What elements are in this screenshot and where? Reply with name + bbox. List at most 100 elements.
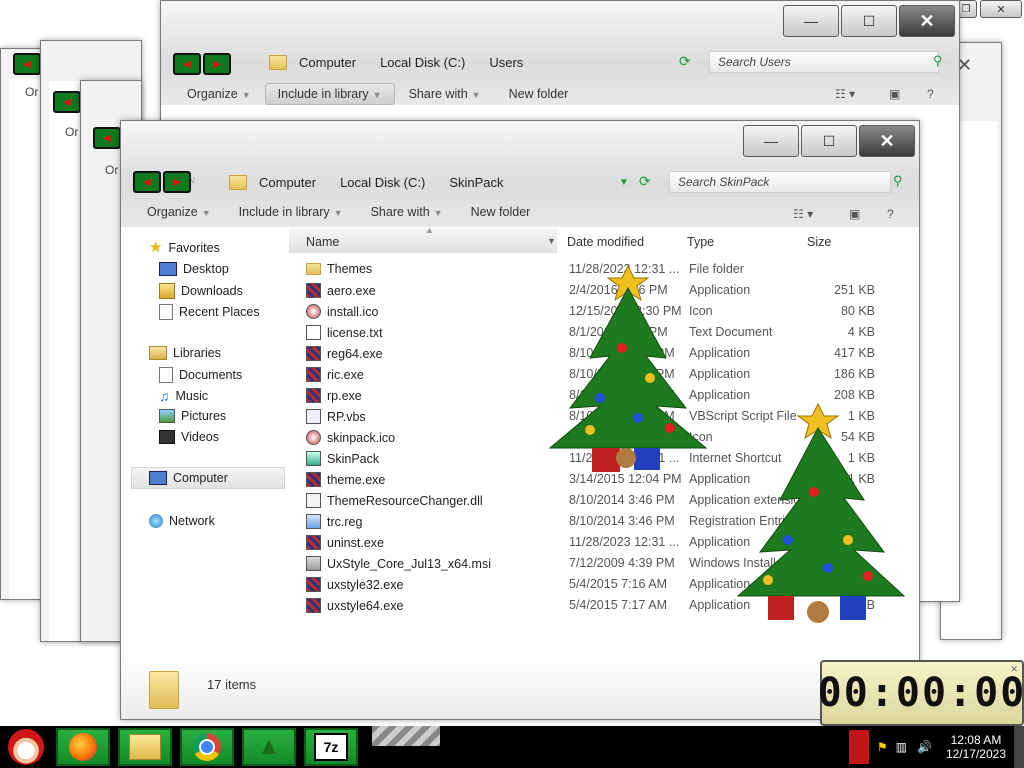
back-arrow-icon[interactable]: ◀ — [93, 127, 121, 149]
column-dropdown-icon[interactable]: ▼ — [547, 236, 556, 246]
forward-arrow-icon[interactable]: ▶ — [163, 171, 191, 193]
nav-videos[interactable]: Videos — [159, 430, 219, 444]
address-bar[interactable]: Computer Local Disk (C:) SkinPack — [229, 171, 516, 193]
file-row[interactable]: reg64.exe 8/10/2014 3:46 PM Application 417… — [306, 343, 896, 364]
nav-downloads[interactable]: Downloads — [159, 283, 243, 299]
share-with-menu[interactable]: Share with ▼ — [395, 87, 495, 101]
organize-partial[interactable]: Or — [105, 163, 118, 177]
column-header-size[interactable]: Size — [807, 235, 831, 249]
network-tray-icon[interactable]: ▥ — [896, 740, 907, 754]
nav-documents[interactable]: Documents — [159, 367, 242, 383]
file-row[interactable]: trc.reg 8/10/2014 3:46 PM Registration Ent… — [306, 511, 896, 532]
address-dropdown-icon[interactable]: ▼ — [619, 177, 629, 188]
file-row[interactable]: ThemeResourceChanger.dll 8/10/2014 3:46 P… — [306, 490, 896, 511]
nav-music[interactable]: ♫ Music — [159, 388, 208, 404]
file-row[interactable]: skinpack.ico 8/10/2014 3:46 PM Icon 54 KB — [306, 427, 896, 448]
organize-partial[interactable]: Or — [65, 125, 78, 139]
taskbar-christmas-tree[interactable]: ▲ — [242, 728, 296, 766]
new-folder-button[interactable]: New folder — [495, 87, 583, 101]
file-row[interactable]: uxstyle64.exe 5/4/2015 7:17 AM Application… — [306, 595, 896, 616]
breadcrumb-computer[interactable]: Computer — [247, 175, 328, 190]
new-folder-button[interactable]: New folder — [457, 205, 545, 219]
users-caption-buttons[interactable]: — ☐ ✕ — [783, 5, 955, 37]
taskbar-explorer[interactable] — [118, 728, 172, 766]
breadcrumb-local-disk[interactable]: Local Disk (C:) — [328, 175, 437, 190]
taskbar-firefox[interactable] — [56, 728, 110, 766]
nav-network[interactable]: Network — [149, 514, 215, 528]
file-row[interactable]: install.ico 12/15/2015 2:30 PM Icon 80 KB — [306, 301, 896, 322]
include-in-library-menu[interactable]: Include in library ▼ — [225, 205, 357, 219]
breadcrumb-local-disk[interactable]: Local Disk (C:) — [368, 55, 477, 70]
users-nav-buttons[interactable]: ◀ ▶ — [173, 53, 231, 75]
caption-buttons[interactable]: — ☐ ✕ — [743, 125, 915, 157]
nav-buttons[interactable]: ◀ ▶ — [133, 171, 191, 193]
refresh-icon[interactable]: ⟳ — [679, 53, 691, 70]
preview-pane-icon[interactable]: ▣ — [849, 207, 860, 221]
column-header-date[interactable]: Date modified — [567, 235, 644, 249]
users-address-bar[interactable]: Computer Local Disk (C:) Users — [269, 51, 535, 73]
flag-icon[interactable]: ⚑ — [877, 740, 888, 754]
help-icon[interactable]: ? — [887, 207, 894, 221]
maximize-button[interactable]: ☐ — [841, 5, 897, 37]
breadcrumb-users[interactable]: Users — [477, 55, 535, 70]
back-arrow-icon[interactable]: ◀ — [13, 53, 41, 75]
organize-partial[interactable]: Or — [25, 85, 38, 99]
maximize-button[interactable]: ☐ — [801, 125, 857, 157]
back-arrow-icon[interactable]: ◀ — [53, 91, 81, 113]
users-search-input[interactable]: Search Users — [709, 51, 939, 73]
file-row[interactable]: RP.vbs 8/10/2014 3:46 PM VBScript Script F… — [306, 406, 896, 427]
preview-pane-icon[interactable]: ▣ — [889, 87, 900, 101]
minimize-button[interactable]: — — [783, 5, 839, 37]
search-icon[interactable]: ⚲ — [893, 173, 903, 189]
share-with-menu[interactable]: Share with ▼ — [357, 205, 457, 219]
search-input[interactable]: Search SkinPack — [669, 171, 891, 193]
file-row[interactable]: UxStyle_Core_Jul13_x64.msi 7/12/2009 4:39… — [306, 553, 896, 574]
nav-desktop[interactable]: Desktop — [159, 262, 229, 276]
close-button[interactable]: ✕ — [980, 0, 1022, 18]
file-row[interactable]: aero.exe 2/4/2016 1:16 PM Application 251 K… — [306, 280, 896, 301]
back-arrow-icon[interactable]: ◀ — [173, 53, 201, 75]
top-right-caption-sliver[interactable]: ❐ ✕ — [955, 0, 1024, 18]
close-button[interactable]: ✕ — [859, 125, 915, 157]
search-icon[interactable]: ⚲ — [933, 53, 943, 69]
minimize-button[interactable]: — — [743, 125, 799, 157]
clock[interactable]: 12:08 AM 12/17/2023 — [946, 733, 1006, 761]
file-row[interactable]: SkinPack 11/28/2023 12:31 ... Internet Sho… — [306, 448, 896, 469]
breadcrumb-skinpack[interactable]: SkinPack — [437, 175, 515, 190]
file-row[interactable]: uxstyle32.exe 5/4/2015 7:16 AM Application — [306, 574, 896, 595]
file-row[interactable]: theme.exe 3/14/2015 12:04 PM Application 1 … — [306, 469, 896, 490]
timer-widget[interactable]: 00:00:00 ✕ — [818, 660, 1024, 726]
nav-favorites[interactable]: ★ Favorites — [149, 240, 220, 255]
back-arrow-icon[interactable]: ◀ — [133, 171, 161, 193]
forward-arrow-icon[interactable]: ▶ — [203, 53, 231, 75]
nav-pictures[interactable]: Pictures — [159, 409, 226, 423]
back-nav-buttons[interactable]: ◀ — [93, 127, 121, 149]
include-in-library-menu[interactable]: Include in library ▼ — [264, 83, 395, 105]
recent-pages-chevron-icon[interactable]: ∨ — [189, 175, 196, 186]
organize-menu[interactable]: Organize ▼ — [133, 205, 225, 219]
view-icon[interactable]: ☷ ▾ — [835, 87, 855, 101]
nav-recent-places[interactable]: Recent Places — [159, 304, 260, 320]
taskbar-7zip[interactable]: 7z — [304, 728, 358, 766]
file-row[interactable]: rp.exe 8/10/2014 3:46 PM Application 208 KB — [306, 385, 896, 406]
organize-menu[interactable]: Organize ▼ — [173, 87, 265, 101]
view-options-icon[interactable]: ☷ ▾ — [793, 207, 813, 221]
file-row[interactable]: uninst.exe 11/28/2023 12:31 ... Applicatio… — [306, 532, 896, 553]
timer-close-icon[interactable]: ✕ — [1010, 664, 1018, 675]
show-hidden-icons[interactable] — [848, 730, 869, 764]
taskbar-chrome[interactable] — [180, 728, 234, 766]
file-row[interactable]: Themes 11/28/2023 12:31 ... File folder — [306, 259, 896, 280]
volume-icon[interactable]: 🔊 — [917, 740, 932, 754]
skinpack-window[interactable]: — ☐ ✕ ◀ ▶ ∨ Computer Local Disk (C:) Ski… — [120, 120, 920, 720]
nav-libraries[interactable]: Libraries — [149, 346, 221, 360]
start-button[interactable] — [2, 726, 50, 768]
column-header-type[interactable]: Type — [687, 235, 714, 249]
taskbar-empty-slot[interactable] — [372, 726, 440, 746]
nav-computer[interactable]: Computer — [149, 471, 228, 485]
show-desktop-button[interactable] — [1014, 726, 1024, 768]
file-row[interactable]: ric.exe 8/10/2014 3:46 PM Application 186 K… — [306, 364, 896, 385]
file-row[interactable]: license.txt 8/1/2017 2:24 PM Text Document… — [306, 322, 896, 343]
breadcrumb-computer[interactable]: Computer — [287, 55, 368, 70]
back-nav-buttons[interactable]: ◀ — [53, 91, 81, 113]
close-button[interactable]: ✕ — [899, 5, 955, 37]
